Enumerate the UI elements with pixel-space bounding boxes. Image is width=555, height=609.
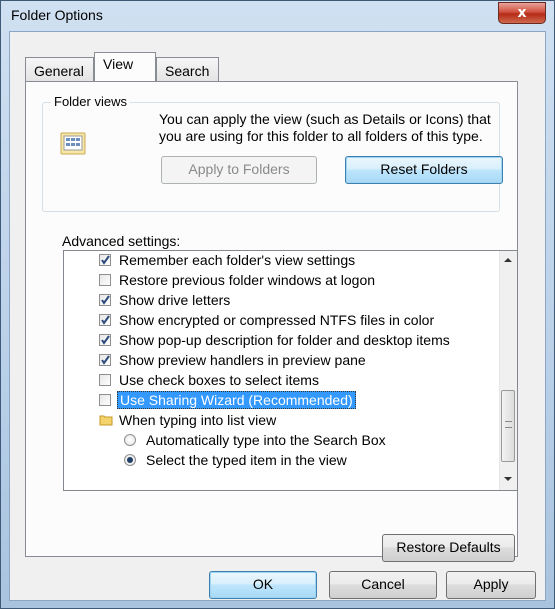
folder-views-legend: Folder views bbox=[51, 94, 130, 109]
list-item-label: Use Sharing Wizard (Recommended) bbox=[117, 391, 356, 409]
reset-folders-button[interactable]: Reset Folders bbox=[345, 156, 503, 184]
radio-button[interactable] bbox=[124, 434, 136, 446]
scroll-down-arrow-icon[interactable] bbox=[504, 477, 512, 481]
list-item[interactable]: Use check boxes to select items bbox=[99, 370, 319, 390]
scrollbar-thumb[interactable] bbox=[501, 390, 515, 462]
list-item-label: When typing into list view bbox=[119, 412, 277, 428]
list-item-label: Automatically type into the Search Box bbox=[146, 432, 386, 448]
checkbox[interactable] bbox=[99, 294, 111, 306]
vertical-scrollbar[interactable] bbox=[499, 251, 517, 490]
tab-search-label: Search bbox=[165, 63, 210, 79]
list-item[interactable]: Select the typed item in the view bbox=[124, 450, 347, 470]
restore-defaults-button[interactable]: Restore Defaults bbox=[382, 534, 515, 562]
window-title: Folder Options bbox=[11, 7, 103, 23]
folder-views-description: You can apply the view (such as Details … bbox=[159, 111, 491, 144]
advanced-settings-label: Advanced settings: bbox=[62, 233, 181, 249]
tab-search[interactable]: Search bbox=[156, 57, 219, 81]
view-tab-panel: Folder views You can apply the view (suc… bbox=[25, 81, 518, 562]
list-item-label: Use check boxes to select items bbox=[119, 372, 319, 388]
list-item-label: Remember each folder's view settings bbox=[119, 252, 356, 268]
tab-general[interactable]: General bbox=[25, 57, 94, 81]
dialog-client-area: General View Search Folder views You can… bbox=[9, 31, 546, 601]
radio-button[interactable] bbox=[124, 454, 136, 466]
checkbox[interactable] bbox=[99, 314, 111, 326]
tab-view-label: View bbox=[103, 56, 134, 72]
ok-button[interactable]: OK bbox=[209, 571, 317, 599]
checkbox[interactable] bbox=[99, 394, 111, 406]
title-bar[interactable]: Folder Options x bbox=[1, 1, 554, 31]
list-item[interactable]: Show pop-up description for folder and d… bbox=[99, 330, 450, 350]
close-icon: x bbox=[517, 5, 527, 21]
apply-button[interactable]: Apply bbox=[446, 571, 536, 599]
checkbox[interactable] bbox=[99, 354, 111, 366]
list-item[interactable]: Show preview handlers in preview pane bbox=[99, 350, 366, 370]
cancel-button[interactable]: Cancel bbox=[329, 571, 437, 599]
scroll-up-arrow-icon[interactable] bbox=[504, 258, 512, 262]
apply-to-folders-button[interactable]: Apply to Folders bbox=[161, 156, 317, 184]
advanced-settings-list[interactable]: Remember each folder's view settings Res… bbox=[63, 250, 518, 491]
list-item-label: Select the typed item in the view bbox=[146, 452, 347, 468]
checkbox[interactable] bbox=[99, 254, 111, 266]
list-item[interactable]: Show encrypted or compressed NTFS files … bbox=[99, 310, 434, 330]
checkbox[interactable] bbox=[99, 334, 111, 346]
tab-general-label: General bbox=[34, 63, 84, 79]
list-item-label: Show preview handlers in preview pane bbox=[119, 352, 366, 368]
list-item[interactable]: Use Sharing Wizard (Recommended) bbox=[99, 390, 356, 410]
list-item[interactable]: Automatically type into the Search Box bbox=[124, 430, 386, 450]
folder-views-icon bbox=[60, 130, 86, 156]
list-item[interactable]: Restore previous folder windows at logon bbox=[99, 270, 375, 290]
list-item-label: Restore previous folder windows at logon bbox=[119, 272, 376, 288]
list-item-label: Show pop-up description for folder and d… bbox=[119, 332, 450, 348]
list-item-label: Show encrypted or compressed NTFS files … bbox=[119, 312, 435, 328]
checkbox[interactable] bbox=[99, 374, 111, 386]
checkbox[interactable] bbox=[99, 274, 111, 286]
tab-view[interactable]: View bbox=[94, 52, 156, 81]
list-item-label: Show drive letters bbox=[119, 292, 231, 308]
close-button[interactable]: x bbox=[498, 2, 546, 24]
folder-icon bbox=[99, 413, 113, 427]
list-item[interactable]: Remember each folder's view settings bbox=[99, 251, 356, 270]
list-item[interactable]: When typing into list view bbox=[99, 410, 276, 430]
folder-options-window: Folder Options x General View Search Fol… bbox=[0, 0, 555, 609]
list-item[interactable]: Show drive letters bbox=[99, 290, 230, 310]
